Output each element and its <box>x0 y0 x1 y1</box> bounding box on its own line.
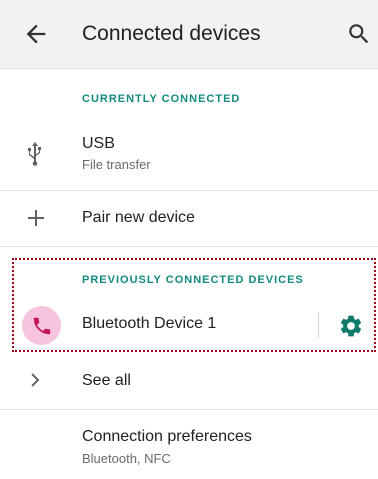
usb-device-row[interactable]: USB File transfer <box>0 120 378 190</box>
gear-icon <box>340 315 362 337</box>
arrow-back-icon <box>26 24 46 44</box>
device-avatar <box>22 306 61 345</box>
usb-subtitle: File transfer <box>82 157 151 172</box>
section-header-currently-connected: CURRENTLY CONNECTED <box>82 93 241 105</box>
section-header-previously-connected: PREVIOUSLY CONNECTED DEVICES <box>82 274 304 286</box>
plus-icon <box>26 208 46 233</box>
see-all-row[interactable]: See all <box>0 356 378 406</box>
bluetooth-device-title: Bluetooth Device 1 <box>82 315 217 332</box>
search-icon <box>349 24 369 44</box>
see-all-label: See all <box>82 372 131 389</box>
connection-preferences-title: Connection preferences <box>82 428 252 445</box>
usb-icon <box>24 141 46 172</box>
usb-title: USB <box>82 135 115 152</box>
search-button[interactable] <box>346 21 372 47</box>
chevron-right-icon <box>28 372 42 393</box>
app-bar: Connected devices <box>0 0 378 69</box>
phone-icon <box>33 317 51 335</box>
device-settings-button[interactable] <box>338 313 364 339</box>
connection-preferences-subtitle: Bluetooth, NFC <box>82 451 171 466</box>
connection-preferences-row[interactable]: Connection preferences Bluetooth, NFC <box>0 410 378 479</box>
pair-new-device-row[interactable]: Pair new device <box>0 191 378 246</box>
vertical-divider <box>318 312 319 338</box>
pair-new-device-label: Pair new device <box>82 209 195 226</box>
page-title: Connected devices <box>82 22 261 45</box>
divider <box>0 246 378 247</box>
back-button[interactable] <box>22 20 50 48</box>
